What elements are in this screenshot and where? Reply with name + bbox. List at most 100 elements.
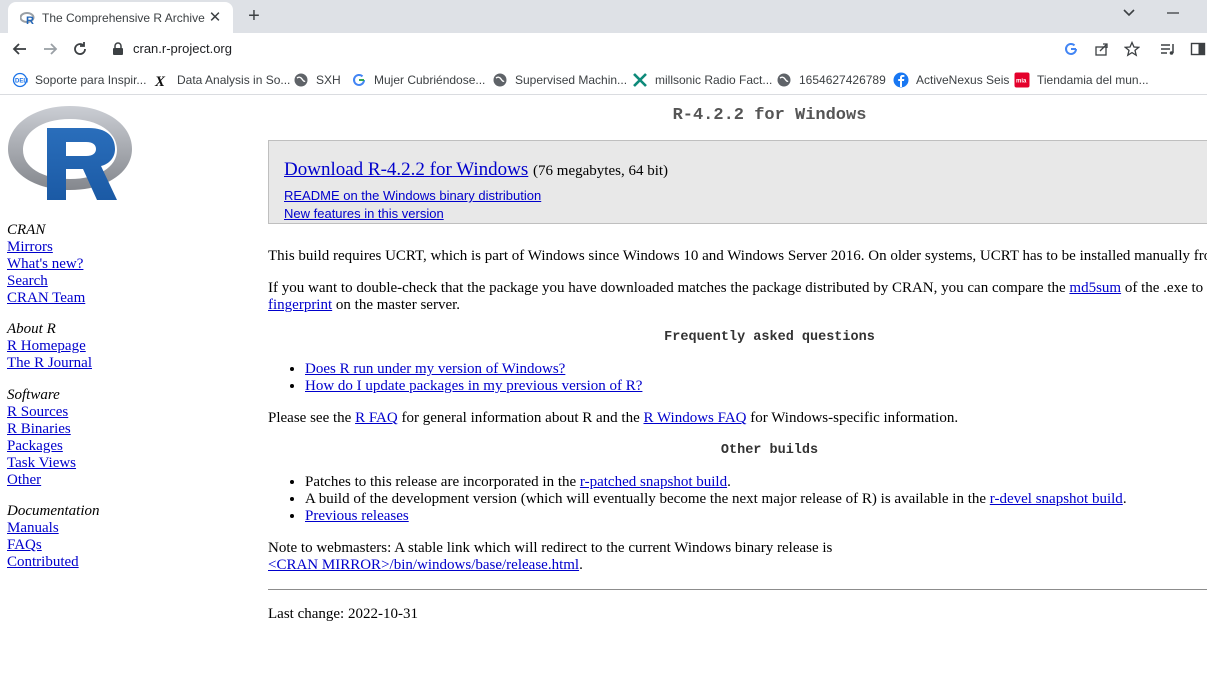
- globe-icon: [293, 72, 309, 88]
- browser-tab[interactable]: R The Comprehensive R Archive Ne ✕: [8, 2, 233, 33]
- list-item: A build of the development version (whic…: [305, 491, 1127, 508]
- sidebar-link-faqs[interactable]: FAQs: [7, 537, 99, 554]
- tab-title: The Comprehensive R Archive Ne: [42, 10, 207, 25]
- sidebar-link-packages[interactable]: Packages: [7, 438, 76, 455]
- fingerprint-link[interactable]: fingerprint: [268, 297, 332, 313]
- sidebar-heading: About R: [7, 321, 56, 337]
- faq-link-windows-version[interactable]: Does R run under my version of Windows?: [305, 361, 565, 377]
- sidebar-link-contributed[interactable]: Contributed: [7, 554, 99, 571]
- list-text: Patches to this release are incorporated…: [305, 474, 580, 490]
- share-icon[interactable]: [1094, 41, 1110, 57]
- side-panel-icon[interactable]: [1190, 41, 1206, 57]
- tiendamia-icon: mia: [1014, 72, 1030, 88]
- faq-list: Does R run under my version of Windows? …: [268, 361, 642, 395]
- r-faq-link[interactable]: R FAQ: [355, 410, 398, 426]
- svg-text:mia: mia: [1016, 79, 1027, 85]
- media-queue-icon[interactable]: [1160, 41, 1176, 57]
- bookmark-label: ActiveNexus Seis: [916, 73, 1010, 87]
- download-box: Download R-4.2.2 for Windows (76 megabyt…: [268, 140, 1207, 224]
- r-devel-link[interactable]: r-devel snapshot build: [990, 491, 1123, 507]
- webmasters-text: Note to webmasters: A stable link which …: [268, 540, 833, 556]
- bookmark-label: Supervised Machin...: [515, 73, 628, 87]
- google-translate-icon[interactable]: [1063, 41, 1079, 57]
- globe-icon: [776, 72, 792, 88]
- back-arrow-icon[interactable]: [11, 40, 29, 58]
- other-builds-heading: Other builds: [720, 443, 819, 458]
- globe-icon: [492, 72, 508, 88]
- sidebar-link-search[interactable]: Search: [7, 273, 85, 290]
- download-link[interactable]: Download R-4.2.2 for Windows: [284, 159, 528, 180]
- list-item: Previous releases: [305, 508, 1127, 525]
- svg-text:DELL: DELL: [15, 79, 28, 85]
- bookmarks-bar: DELL Soporte para Inspir... X Data Analy…: [0, 65, 1207, 95]
- address-bar[interactable]: cran.r-project.org: [100, 36, 1150, 62]
- page-title: R-4.2.2 for Windows: [672, 106, 867, 125]
- sidebar-link-task-views[interactable]: Task Views: [7, 455, 76, 472]
- webmasters-paragraph: Note to webmasters: A stable link which …: [268, 540, 832, 574]
- bookmark-item[interactable]: 1654627426789: [776, 71, 886, 89]
- faq-link-update-packages[interactable]: How do I update packages in my previous …: [305, 378, 642, 394]
- checksum-paragraph: If you want to double-check that the pac…: [268, 280, 1203, 314]
- list-item: Does R run under my version of Windows?: [305, 361, 642, 378]
- new-tab-icon[interactable]: +: [243, 5, 265, 27]
- sidebar-link-r-binaries[interactable]: R Binaries: [7, 421, 76, 438]
- sidebar-group-about-r: About R R Homepage The R Journal: [7, 321, 92, 372]
- bookmark-item[interactable]: mia Tiendamia del mun...: [1014, 71, 1149, 89]
- divider: [268, 589, 1207, 590]
- readme-link[interactable]: README on the Windows binary distributio…: [284, 188, 541, 203]
- bookmark-item[interactable]: Supervised Machin...: [492, 71, 627, 89]
- see-text: for general information about R and the: [397, 410, 644, 426]
- ucrt-paragraph: This build requires UCRT, which is part …: [268, 248, 1207, 264]
- list-text: .: [727, 474, 731, 490]
- dell-icon: DELL: [12, 72, 31, 88]
- reload-icon[interactable]: [71, 40, 89, 58]
- bookmark-label: Tiendamia del mun...: [1037, 73, 1149, 87]
- browser-toolbar: cran.r-project.org: [0, 33, 1207, 65]
- sidebar-link-cran-team[interactable]: CRAN Team: [7, 290, 85, 307]
- see-faq-paragraph: Please see the R FAQ for general informa…: [268, 410, 958, 427]
- bookmark-item[interactable]: X Data Analysis in So...: [154, 71, 290, 90]
- bookmark-item[interactable]: ActiveNexus Seis: [893, 71, 1009, 89]
- list-item: How do I update packages in my previous …: [305, 378, 642, 395]
- sidebar-link-r-journal[interactable]: The R Journal: [7, 355, 92, 372]
- last-change: Last change: 2022-10-31: [268, 606, 418, 622]
- r-logo[interactable]: [7, 104, 133, 202]
- checksum-text: on the master server.: [332, 297, 461, 313]
- download-size-note: (76 megabytes, 64 bit): [533, 163, 669, 179]
- release-link[interactable]: <CRAN MIRROR>/bin/windows/base/release.h…: [268, 557, 579, 573]
- bookmark-item[interactable]: Mujer Cubriéndose...: [351, 71, 485, 89]
- previous-releases-link[interactable]: Previous releases: [305, 508, 409, 524]
- bookmark-star-icon[interactable]: [1123, 40, 1141, 57]
- faq-heading: Frequently asked questions: [664, 330, 875, 345]
- bookmark-label: SXH: [316, 73, 341, 87]
- r-patched-link[interactable]: r-patched snapshot build: [580, 474, 727, 490]
- new-features-link[interactable]: New features in this version: [284, 206, 444, 221]
- sidebar-link-whats-new[interactable]: What's new?: [7, 256, 85, 273]
- r-windows-faq-link[interactable]: R Windows FAQ: [643, 410, 746, 426]
- bookmark-item[interactable]: millsonic Radio Fact...: [632, 71, 772, 89]
- forward-arrow-icon[interactable]: [41, 40, 59, 58]
- tab-search-chevron-icon[interactable]: [1120, 4, 1138, 22]
- close-tab-icon[interactable]: ✕: [207, 9, 223, 26]
- sidebar-link-mirrors[interactable]: Mirrors: [7, 239, 85, 256]
- minimize-window-icon[interactable]: [1166, 6, 1180, 20]
- sidebar-link-other[interactable]: Other: [7, 472, 76, 489]
- lock-icon[interactable]: [112, 42, 124, 56]
- see-text: Please see the: [268, 410, 356, 426]
- list-text: A build of the development version (whic…: [305, 491, 990, 507]
- url-text[interactable]: cran.r-project.org: [133, 41, 232, 56]
- md5sum-link[interactable]: md5sum: [1069, 280, 1121, 296]
- checksum-text: of the .exe to: [1121, 280, 1204, 296]
- svg-text:R: R: [26, 15, 34, 26]
- facebook-icon: [893, 72, 909, 88]
- bookmark-item[interactable]: SXH: [293, 71, 341, 89]
- sidebar-link-r-sources[interactable]: R Sources: [7, 404, 76, 421]
- sidebar-link-manuals[interactable]: Manuals: [7, 520, 99, 537]
- sidebar-group-documentation: Documentation Manuals FAQs Contributed: [7, 503, 99, 571]
- sidebar-heading: Documentation: [7, 503, 100, 519]
- bookmark-item[interactable]: DELL Soporte para Inspir...: [12, 71, 146, 89]
- sidebar-group-software: Software R Sources R Binaries Packages T…: [7, 387, 76, 489]
- bookmark-label: 1654627426789: [799, 73, 886, 87]
- see-text: for Windows-specific information.: [746, 410, 959, 426]
- sidebar-link-r-homepage[interactable]: R Homepage: [7, 338, 92, 355]
